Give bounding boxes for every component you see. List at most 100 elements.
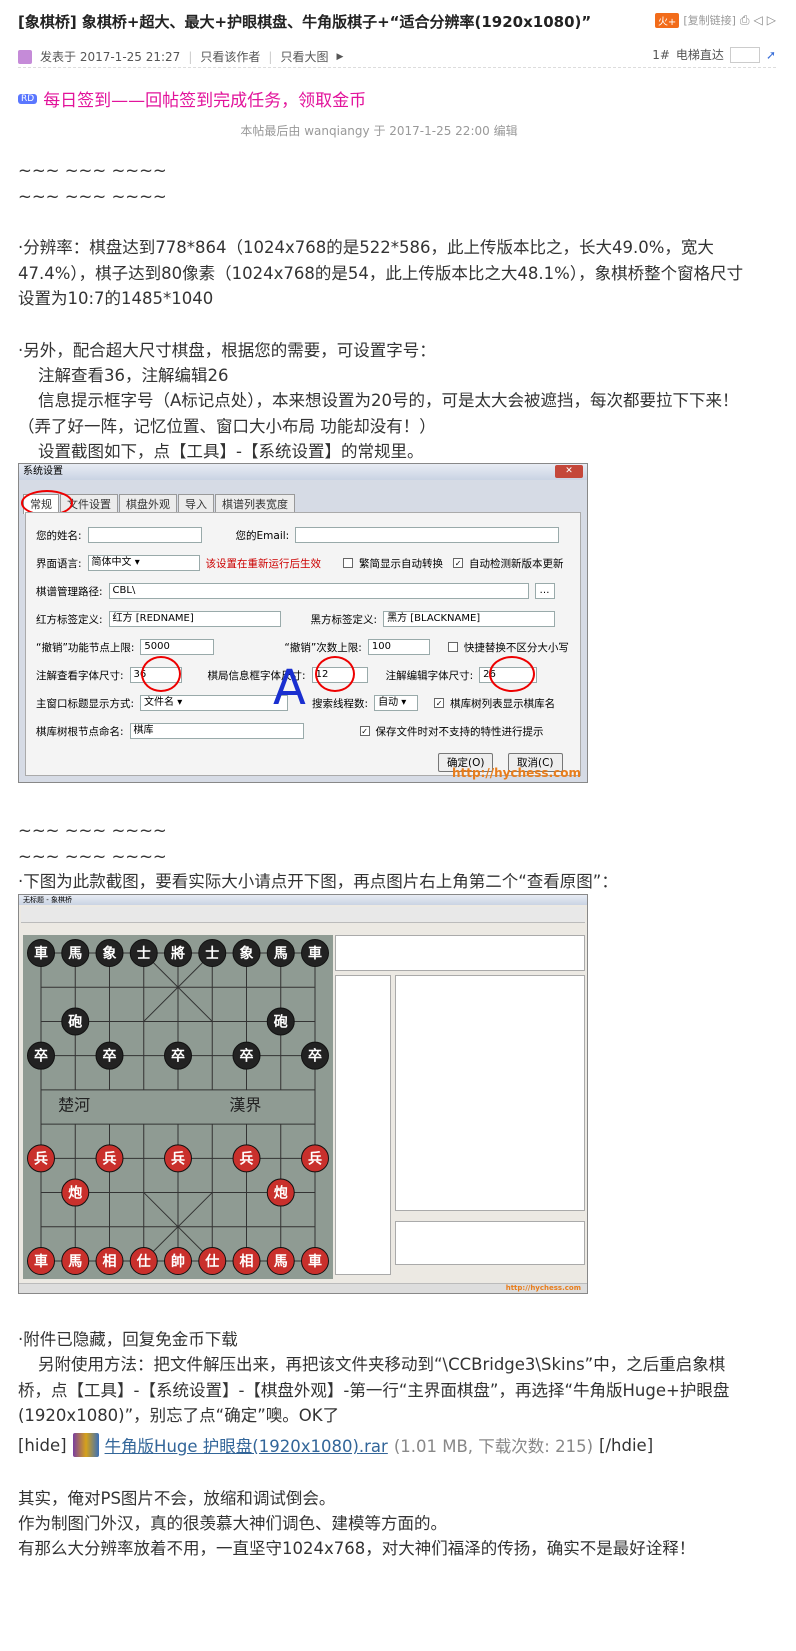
hide-close-tag: [/hdie]	[599, 1435, 654, 1455]
red-piece: 相	[240, 1253, 254, 1270]
floor-controls: 1# 电梯直达 ➚	[652, 46, 776, 63]
red-piece: 炮	[274, 1185, 288, 1202]
black-piece: 卒	[171, 1048, 185, 1065]
case-checkbox-label: 快捷替换不区分大小写	[463, 641, 569, 654]
tilde-line: ~~~ ~~~ ~~~~	[18, 847, 167, 866]
name-label: 您的姓名:	[36, 529, 82, 542]
red-piece: 兵	[103, 1150, 117, 1167]
black-piece: 象	[103, 945, 117, 962]
update-checkbox-label: 自动检测新版本更新	[469, 557, 564, 570]
tilde-line: ~~~ ~~~ ~~~~	[18, 161, 167, 180]
info-box-paragraph: 信息提示框字号（A标记点处），本来想设置为20号的，可是太大会被遮挡，每次都要拉…	[18, 391, 739, 436]
red-piece: 馬	[274, 1254, 288, 1270]
note-view-label: 注解查看字体尺寸:	[36, 669, 124, 682]
black-piece: 馬	[68, 946, 82, 962]
attachment-meta: (1.01 MB, 下载次数: 215)	[393, 1437, 594, 1456]
copy-link[interactable]: [复制链接]	[683, 12, 736, 28]
signin-link[interactable]: RD 每日签到——回帖签到完成任务，领取金币	[18, 86, 366, 111]
black-piece: 馬	[274, 946, 288, 962]
root-field: 棋库	[129, 723, 304, 739]
red-piece: 炮	[68, 1185, 82, 1202]
checkbox-checked-icon: ✓	[434, 698, 445, 708]
black-field: 黑方 [BLACKNAME]	[383, 611, 556, 627]
red-piece: 馬	[68, 1254, 82, 1270]
trad-checkbox-label: 繁简显示自动转换	[359, 557, 444, 570]
path-label: 棋谱管理路径:	[36, 585, 103, 598]
annotation-panel	[395, 975, 585, 1211]
next-thread-icon[interactable]: ▷	[767, 13, 776, 27]
attachment-hidden-note: ·附件已隐藏，回复免金币下载	[18, 1330, 238, 1349]
settings-panel: 您的姓名: 您的Email: 界面语言: 简体中文 ▾ 该设置在重新运行后生效 …	[25, 512, 581, 776]
edit-note: 本帖最后由 wanqiangy 于 2017-1-25 22:00 编辑	[240, 124, 518, 138]
annotation-letter: A	[273, 660, 306, 716]
email-label: 您的Email:	[235, 529, 290, 542]
signin-tag: RD	[18, 93, 38, 104]
hot-badge: 火+	[654, 12, 680, 28]
only-author-link[interactable]: 只看该作者	[200, 48, 260, 65]
root-row: 棋库树根节点命名: 棋库 ✓ 保存文件时对不支持的特性进行提示	[36, 723, 544, 739]
note-edit-label: 注解编辑字体尺寸:	[385, 669, 474, 682]
header-tools: 火+ [复制链接] ⎙ ◁ ▷	[654, 12, 776, 28]
black-piece: 卒	[34, 1048, 48, 1065]
checkbox-icon	[343, 558, 354, 568]
checkbox-checked-icon: ✓	[359, 726, 370, 736]
tab-board: 棋盘外观	[119, 494, 177, 514]
undo-row: “撤销”功能节点上限: 5000 “撤销”次数上限: 100 快捷替换不区分大小…	[36, 639, 569, 655]
undo-count-label: “撤销”次数上限:	[284, 641, 362, 654]
name-row: 您的姓名: 您的Email:	[36, 527, 560, 543]
undo-nodes-label: “撤销”功能节点上限:	[36, 641, 135, 654]
screenshot-hint: ·下图为此款截图，要看实际大小请点开下图，再点图片右上角第二个“查看原图”：	[18, 872, 618, 891]
board-screenshot[interactable]: 无标题 - 象棋桥 楚河 漢界車馬象士將士象馬車砲砲卒卒卒卒卒兵兵兵兵兵炮炮車馬相…	[18, 894, 588, 1294]
app-title: 无标题 - 象棋桥	[23, 896, 72, 904]
undo-count-field: 100	[367, 639, 430, 655]
status-bar	[19, 1283, 587, 1293]
settings-screenshot[interactable]: 系统设置 ✕ 常规 文件设置 棋盘外观 导入 棋谱列表宽度 您的姓名: 您的Em…	[18, 463, 588, 783]
close-icon: ✕	[555, 465, 583, 478]
email-field	[295, 527, 560, 543]
undo-nodes-field: 5000	[140, 639, 215, 655]
red-circle-mark	[489, 656, 535, 692]
app-titlebar: 无标题 - 象棋桥	[19, 895, 587, 905]
post-meta-bar: 发表于 2017-1-25 21:27 | 只看该作者 | 只看大图 ▶ 1# …	[18, 46, 776, 68]
elevator-input[interactable]	[729, 46, 760, 63]
app-toolbar	[21, 907, 585, 923]
only-big-image-link[interactable]: 只看大图	[280, 48, 328, 65]
red-piece: 仕	[136, 1253, 151, 1270]
black-piece: 車	[34, 945, 48, 962]
red-circle-mark	[315, 656, 355, 692]
title-mode-label: 主窗口标题显示方式:	[36, 697, 135, 710]
red-piece: 仕	[204, 1253, 219, 1270]
font-size-intro: ·另外，配合超大尺寸棋盘，根据您的需要，可设置字号：	[18, 341, 436, 360]
elevator-label: 电梯直达	[675, 48, 724, 62]
black-piece: 士	[205, 945, 219, 962]
usage-paragraph: 另附使用方法：把文件解压出来，再把该文件夹移动到“\CCBridge3\Skin…	[18, 1355, 730, 1425]
lang-select: 简体中文 ▾	[87, 555, 200, 571]
attachment-line: [hide] 牛角版Huge 护眼盘(1920x1080).rar (1.01 …	[18, 1433, 653, 1457]
path-row: 棋谱管理路径: CBL\ …	[36, 583, 555, 599]
signin-text: 每日签到——回帖签到完成任务，领取金币	[43, 91, 367, 111]
title-mode-value: 文件名	[144, 697, 175, 708]
xiangqi-board: 楚河 漢界車馬象士將士象馬車砲 砲卒卒卒卒卒兵兵兵兵兵炮 炮車馬相仕帥仕相馬車	[23, 935, 333, 1279]
black-piece: 士	[137, 945, 151, 962]
black-piece: 象	[240, 945, 254, 962]
attachment-link[interactable]: 牛角版Huge 护眼盘(1920x1080).rar	[105, 1433, 388, 1457]
root-label: 棋库树根节点命名:	[36, 725, 124, 738]
caret-right-icon: ▶	[336, 51, 344, 62]
thread-title: [象棋桥] 象棋桥+超大、最大+护眼棋盘、牛角版棋子+“适合分辨率(1920x1…	[18, 12, 592, 31]
black-piece: 車	[308, 945, 322, 962]
note-size-line: 注解查看36，注解编辑26	[38, 366, 229, 385]
lang-row: 界面语言: 简体中文 ▾ 该设置在重新运行后生效 繁简显示自动转换 ✓ 自动检测…	[36, 555, 564, 571]
prev-thread-icon[interactable]: ◁	[754, 13, 763, 27]
red-piece: 兵	[34, 1150, 48, 1167]
tab-import: 导入	[178, 494, 214, 514]
dialog-titlebar: 系统设置 ✕	[19, 464, 587, 480]
watermark: http://hychess.com	[505, 1284, 581, 1292]
tab-list-width: 棋谱列表宽度	[215, 494, 295, 514]
hide-open-tag: [hide]	[18, 1435, 67, 1455]
elevator-go-icon[interactable]: ➚	[766, 48, 776, 62]
threads-value: 自动	[378, 697, 399, 708]
online-icon	[18, 49, 32, 64]
print-icon[interactable]: ⎙	[740, 13, 750, 28]
lang-value: 简体中文	[91, 557, 132, 568]
lang-label: 界面语言:	[36, 557, 82, 570]
